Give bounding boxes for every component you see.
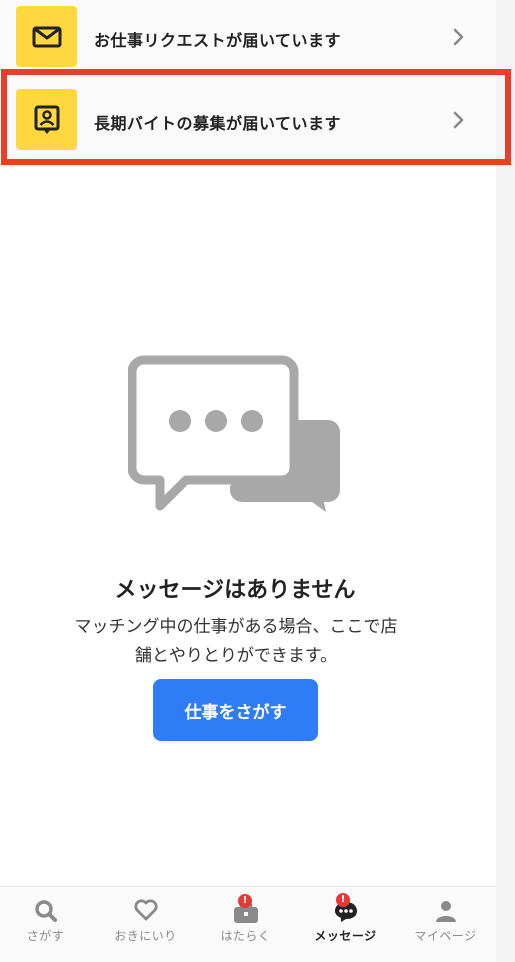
tab-search-label: さがす xyxy=(26,929,65,943)
tab-messages[interactable]: ! メッセージ xyxy=(296,887,395,962)
message-screen: お仕事リクエストが届いています 長期バイトの募集が届いています メッセージはあり… xyxy=(0,0,496,962)
empty-state-title: メッセージはありません xyxy=(114,578,356,603)
person-icon xyxy=(434,899,458,927)
long-term-job-notice-label: 長期バイトの募集が届いています xyxy=(94,114,342,133)
tab-work-badge: ! xyxy=(238,894,252,908)
heart-icon xyxy=(133,899,158,925)
scrollbar-track xyxy=(496,0,515,962)
find-job-button[interactable]: 仕事をさがす xyxy=(153,679,318,741)
tab-favorites[interactable]: おきにいり xyxy=(96,887,195,962)
tab-search[interactable]: さがす xyxy=(0,887,95,962)
tab-favorites-label: おきにいり xyxy=(114,929,177,943)
chat-bubbles-icon xyxy=(127,354,344,516)
tab-my-page-label: マイページ xyxy=(414,929,477,943)
tab-messages-badge: ! xyxy=(336,893,350,907)
empty-state-description: マッチング中の仕事がある場合、ここで店 舗とやりとりができます。 xyxy=(36,613,436,671)
envelope-icon xyxy=(16,6,77,67)
long-term-job-notice[interactable]: 長期バイトの募集が届いています xyxy=(0,80,496,160)
tab-messages-label: メッセージ xyxy=(314,929,377,943)
job-request-notice-label: お仕事リクエストが届いています xyxy=(94,31,342,50)
tab-work[interactable]: ! はたらく xyxy=(196,887,295,962)
search-icon xyxy=(34,899,58,927)
empty-state-description-line1: マッチング中の仕事がある場合、ここで店 xyxy=(74,617,398,637)
profile-card-icon xyxy=(16,89,77,150)
tab-my-page[interactable]: マイページ xyxy=(396,887,495,962)
job-request-notice[interactable]: お仕事リクエストが届いています xyxy=(0,0,496,72)
chevron-right-icon xyxy=(452,111,464,133)
chevron-right-icon xyxy=(452,28,464,50)
empty-state-description-line2: 舗とやりとりができます。 xyxy=(134,646,338,666)
bottom-tab-bar: さがす おきにいり ! はたらく ! メッセージ マイページ xyxy=(0,886,496,962)
tab-work-label: はたらく xyxy=(220,929,271,943)
